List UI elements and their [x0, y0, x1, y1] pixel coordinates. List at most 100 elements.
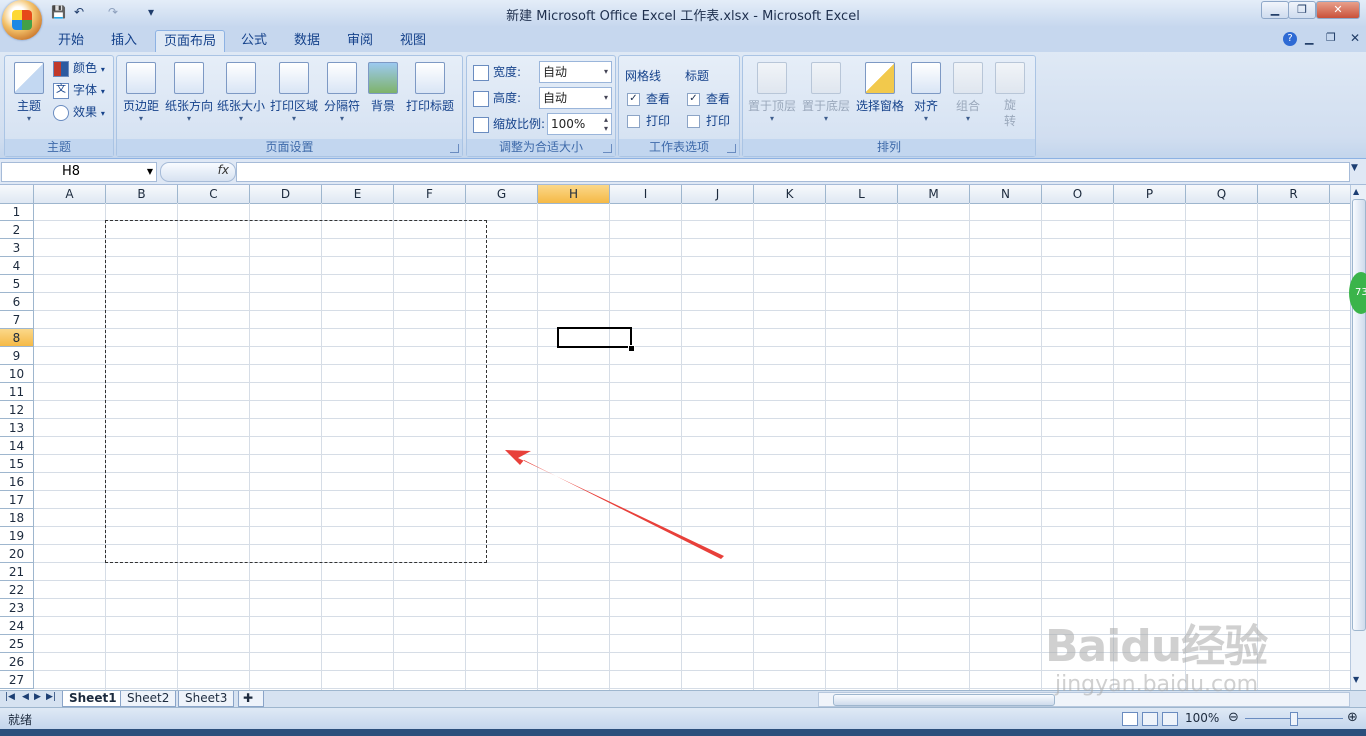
workbook-close-icon[interactable]: ✕ [1350, 31, 1360, 45]
bring-to-front-button[interactable]: 置于顶层 ▾ [745, 58, 799, 128]
theme-effects-button[interactable]: 效果 ▾ [53, 102, 105, 122]
zoom-level[interactable]: 100% [1185, 711, 1219, 725]
zoom-slider-thumb[interactable] [1290, 712, 1298, 726]
last-sheet-icon[interactable]: ▶| [46, 692, 56, 702]
row-header[interactable]: 9 [0, 347, 34, 365]
width-dropdown[interactable]: 自动 ▾ [539, 61, 612, 83]
scroll-up-icon[interactable]: ▲ [1353, 187, 1359, 196]
ribbon-restore-icon[interactable]: ❐ [1326, 31, 1336, 44]
row-header[interactable]: 17 [0, 491, 34, 509]
scroll-down-icon[interactable]: ▼ [1353, 675, 1359, 684]
tab-data[interactable]: 数据 [284, 30, 330, 52]
ribbon-minimize-icon[interactable]: ▁ [1305, 32, 1313, 45]
tab-insert[interactable]: 插入 [101, 30, 147, 52]
column-header[interactable]: B [106, 185, 178, 203]
column-header[interactable]: D [250, 185, 322, 203]
page-break-view-icon[interactable] [1162, 712, 1178, 726]
column-header[interactable]: M [898, 185, 970, 203]
row-header[interactable]: 26 [0, 653, 34, 671]
row-header[interactable]: 15 [0, 455, 34, 473]
maximize-button[interactable]: ❐ [1288, 1, 1316, 19]
tab-page-layout[interactable]: 页面布局 [155, 30, 225, 53]
row-header[interactable]: 7 [0, 311, 34, 329]
row-header[interactable]: 10 [0, 365, 34, 383]
vertical-scroll-thumb[interactable] [1352, 199, 1366, 631]
next-sheet-icon[interactable]: ▶ [34, 692, 41, 702]
select-all-corner[interactable] [0, 185, 34, 203]
sheet-options-launcher-icon[interactable] [727, 144, 736, 153]
column-header[interactable]: P [1114, 185, 1186, 203]
first-sheet-icon[interactable]: |◀ [5, 692, 15, 702]
column-header[interactable]: F [394, 185, 466, 203]
column-header[interactable]: C [178, 185, 250, 203]
sheet-tab-sheet1[interactable]: Sheet1 [62, 691, 124, 707]
side-badge[interactable]: 73 [1349, 272, 1366, 314]
row-header[interactable]: 3 [0, 239, 34, 257]
headings-print-checkbox[interactable]: 打印 [687, 111, 730, 131]
insert-sheet-icon[interactable]: ✚ [238, 691, 264, 707]
theme-fonts-button[interactable]: 文字体 ▾ [53, 80, 105, 100]
align-button[interactable]: 对齐 ▾ [907, 58, 945, 128]
height-dropdown[interactable]: 自动 ▾ [539, 87, 612, 109]
scale-spinner[interactable]: 100% ▴ ▾ [547, 113, 612, 135]
column-header[interactable]: O [1042, 185, 1114, 203]
row-header[interactable]: 4 [0, 257, 34, 275]
selection-pane-button[interactable]: 选择窗格 [853, 58, 907, 128]
page-layout-view-icon[interactable] [1142, 712, 1158, 726]
row-header[interactable]: 6 [0, 293, 34, 311]
insert-function-button[interactable]: fx [160, 162, 236, 182]
zoom-out-icon[interactable]: ⊖ [1228, 710, 1239, 725]
page-setup-launcher-icon[interactable] [450, 144, 459, 153]
column-header[interactable]: J [682, 185, 754, 203]
breaks-button[interactable]: 分隔符 ▾ [321, 58, 363, 128]
row-header[interactable]: 19 [0, 527, 34, 545]
name-box[interactable]: H8 ▼ [1, 162, 157, 182]
row-header[interactable]: 2 [0, 221, 34, 239]
row-header[interactable]: 18 [0, 509, 34, 527]
row-header[interactable]: 12 [0, 401, 34, 419]
column-header[interactable]: K [754, 185, 826, 203]
tab-formulas[interactable]: 公式 [231, 30, 277, 52]
expand-formula-icon[interactable]: ▼ [1351, 163, 1358, 173]
scale-launcher-icon[interactable] [603, 144, 612, 153]
row-header[interactable]: 13 [0, 419, 34, 437]
row-header[interactable]: 23 [0, 599, 34, 617]
column-header[interactable]: A [34, 185, 106, 203]
tab-view[interactable]: 视图 [390, 30, 436, 52]
size-button[interactable]: 纸张大小 ▾ [215, 58, 267, 128]
sheet-tab-sheet2[interactable]: Sheet2 [120, 691, 177, 707]
print-area-button[interactable]: 打印区域 ▾ [267, 58, 321, 128]
background-button[interactable]: 背景 [365, 58, 401, 128]
close-button[interactable]: ✕ [1316, 1, 1360, 19]
tab-home[interactable]: 开始 [48, 30, 94, 52]
column-header[interactable]: L [826, 185, 898, 203]
column-header[interactable]: N [970, 185, 1042, 203]
margins-button[interactable]: 页边距 ▾ [119, 58, 163, 128]
column-header[interactable]: G [466, 185, 538, 203]
orientation-button[interactable]: 纸张方向 ▾ [163, 58, 215, 128]
zoom-in-icon[interactable]: ⊕ [1347, 710, 1358, 725]
column-header[interactable]: E [322, 185, 394, 203]
headings-view-checkbox[interactable]: ✓ 查看 [687, 89, 730, 109]
gridlines-view-checkbox[interactable]: ✓ 查看 [627, 89, 670, 109]
column-header[interactable]: Q [1186, 185, 1258, 203]
prev-sheet-icon[interactable]: ◀ [22, 692, 29, 702]
column-header[interactable]: I [610, 185, 682, 203]
row-header[interactable]: 8 [0, 329, 34, 347]
row-header[interactable]: 21 [0, 563, 34, 581]
active-cell[interactable] [557, 327, 632, 348]
column-header[interactable]: H [538, 185, 610, 203]
help-icon[interactable]: ? [1283, 32, 1297, 46]
print-titles-button[interactable]: 打印标题 [403, 58, 457, 128]
office-button[interactable] [2, 0, 42, 40]
sheet-tab-sheet3[interactable]: Sheet3 [178, 691, 235, 707]
row-header[interactable]: 27 [0, 671, 34, 689]
send-to-back-button[interactable]: 置于底层 ▾ [799, 58, 853, 128]
vertical-scrollbar[interactable]: ▲ ▼ [1350, 185, 1366, 690]
group-objects-button[interactable]: 组合 ▾ [949, 58, 987, 128]
row-header[interactable]: 24 [0, 617, 34, 635]
column-header[interactable]: R [1258, 185, 1330, 203]
theme-colors-button[interactable]: 颜色 ▾ [53, 58, 105, 78]
row-header[interactable]: 1 [0, 203, 34, 221]
row-header[interactable]: 14 [0, 437, 34, 455]
